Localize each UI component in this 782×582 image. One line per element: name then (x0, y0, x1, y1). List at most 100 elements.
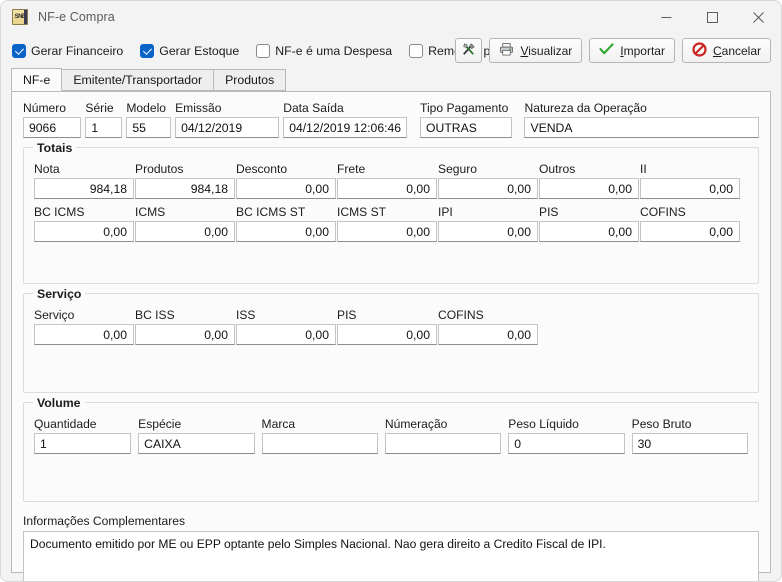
marca-input[interactable] (261, 433, 378, 454)
nota-input[interactable]: 984,18 (34, 178, 134, 199)
totais-row-2: BC ICMS 0,00 ICMS 0,00 BC ICMS ST 0,00 I… (34, 205, 748, 242)
tab-nfe[interactable]: NF-e (11, 68, 63, 91)
field-especie: Espécie CAIXA (138, 417, 255, 454)
field-marca-label: Marca (261, 417, 296, 431)
window-title: NF-e Compra (38, 10, 115, 24)
volume-group-title: Volume (33, 396, 85, 410)
seguro-input[interactable]: 0,00 (438, 178, 538, 199)
cancelar-button[interactable]: Cancelar (681, 38, 771, 63)
field-bc-icms-st-label: BC ICMS ST (236, 205, 306, 219)
volume-row: Quantidade 1 Espécie CAIXA Marca Númeraç… (34, 417, 749, 454)
cancelar-button-label: Cancelar (712, 43, 761, 58)
icms-st-input[interactable]: 0,00 (337, 221, 437, 242)
field-numeracao-label: Númeração (384, 417, 448, 431)
nfe-tab-page: Número 9066 Série 1 Modelo 55 Emissão 04… (11, 92, 771, 581)
tab-nfe-label: NF-e (23, 72, 51, 87)
field-iss: ISS 0,00 (236, 308, 336, 345)
volume-group: Volume Quantidade 1 Espécie CAIXA Marca … (23, 396, 759, 502)
field-cofins-servico-label: COFINS (438, 308, 484, 322)
title-bar: SNE NF-e Compra (1, 1, 781, 34)
servico-row: Serviço 0,00 BC ISS 0,00 ISS 0,00 PIS 0,… (34, 308, 748, 345)
emissao-input[interactable]: 04/12/2019 (175, 117, 280, 138)
minimize-button[interactable] (643, 1, 689, 33)
especie-input[interactable]: CAIXA (138, 433, 255, 454)
ipi-input[interactable]: 0,00 (438, 221, 538, 242)
checkbox-nfe-despesa-box[interactable] (256, 44, 271, 58)
cofins-servico-input[interactable]: 0,00 (438, 324, 538, 345)
bc-icms-st-input[interactable]: 0,00 (236, 221, 336, 242)
checkbox-gerar-estoque[interactable]: Gerar Estoque (140, 44, 239, 58)
field-desconto-label: Desconto (236, 162, 288, 176)
pis-servico-input[interactable]: 0,00 (337, 324, 437, 345)
field-servico-label: Serviço (34, 308, 75, 322)
frete-input[interactable]: 0,00 (337, 178, 437, 199)
iss-input[interactable]: 0,00 (236, 324, 336, 345)
field-icms-st-label: ICMS ST (337, 205, 387, 219)
field-pis-servico: PIS 0,00 (337, 308, 437, 345)
field-natureza-operacao: Natureza da Operação VENDA (524, 101, 759, 138)
tab-emitente-transportador[interactable]: Emitente/Transportador (61, 69, 215, 91)
checkbox-gerar-financeiro[interactable]: Gerar Financeiro (12, 44, 123, 58)
field-especie-label: Espécie (138, 417, 182, 431)
field-natureza-operacao-label: Natureza da Operação (524, 101, 647, 115)
icms-input[interactable]: 0,00 (135, 221, 235, 242)
field-numero: Número 9066 (23, 101, 82, 138)
field-pis-servico-label: PIS (337, 308, 357, 322)
field-serie-label: Série (85, 101, 114, 115)
servico-input[interactable]: 0,00 (34, 324, 134, 345)
tipo-pagamento-input[interactable]: OUTRAS (420, 117, 513, 138)
field-quantidade-label: Quantidade (34, 417, 97, 431)
field-peso-liquido-label: Peso Líquido (508, 417, 579, 431)
field-ipi-label: IPI (438, 205, 453, 219)
bc-icms-input[interactable]: 0,00 (34, 221, 134, 242)
field-serie: Série 1 (85, 101, 123, 138)
checkbox-nfe-despesa[interactable]: NF-e é uma Despesa (256, 44, 392, 58)
peso-bruto-input[interactable]: 30 (631, 433, 749, 454)
serie-input[interactable]: 1 (85, 117, 123, 138)
numeracao-input[interactable] (384, 433, 502, 454)
field-bc-icms: BC ICMS 0,00 (34, 205, 134, 242)
options-bar: Gerar Financeiro Gerar Estoque NF-e é um… (1, 34, 781, 68)
cofins-totais-input[interactable]: 0,00 (640, 221, 740, 242)
maximize-button[interactable] (689, 1, 735, 33)
checkbox-nfe-despesa-label: NF-e é uma Despesa (275, 44, 393, 58)
produtos-input[interactable]: 984,18 (135, 178, 235, 199)
tools-button[interactable] (455, 38, 483, 63)
pis-totais-input[interactable]: 0,00 (539, 221, 639, 242)
informacoes-complementares-textarea[interactable]: Documento emitido por ME ou EPP optante … (23, 531, 759, 581)
bc-iss-input[interactable]: 0,00 (135, 324, 235, 345)
header-fields-row: Número 9066 Série 1 Modelo 55 Emissão 04… (23, 101, 759, 138)
checkbox-gerar-financeiro-box[interactable] (12, 44, 26, 58)
action-buttons: Visualizar Importar Cancelar (455, 38, 771, 63)
field-frete: Frete 0,00 (337, 162, 437, 199)
data-saida-input[interactable]: 04/12/2019 12:06:46 (283, 117, 408, 138)
checkbox-remessa-conserto-box[interactable] (409, 44, 424, 58)
numero-input[interactable]: 9066 (23, 117, 82, 138)
tab-strip: NF-e Emitente/Transportador Produtos (11, 68, 771, 92)
checkbox-gerar-financeiro-label: Gerar Financeiro (31, 44, 124, 58)
field-icms: ICMS 0,00 (135, 205, 235, 242)
visualizar-button[interactable]: Visualizar (489, 38, 583, 63)
natureza-operacao-input[interactable]: VENDA (524, 117, 759, 138)
field-cofins-servico: COFINS 0,00 (438, 308, 538, 345)
field-peso-bruto: Peso Bruto 30 (631, 417, 749, 454)
totais-group-title: Totais (33, 141, 77, 155)
totais-row-1: Nota 984,18 Produtos 984,18 Desconto 0,0… (34, 162, 748, 199)
checkbox-gerar-estoque-box[interactable] (140, 44, 155, 58)
tab-produtos[interactable]: Produtos (213, 69, 287, 91)
outros-input[interactable]: 0,00 (539, 178, 639, 199)
nfe-compra-window: SNE NF-e Compra Gerar Financeiro Gerar E… (0, 0, 782, 582)
importar-button[interactable]: Importar (589, 38, 675, 63)
field-seguro-label: Seguro (438, 162, 477, 176)
modelo-input[interactable]: 55 (126, 117, 172, 138)
field-emissao-label: Emissão (175, 101, 222, 115)
field-pis-totais: PIS 0,00 (539, 205, 639, 242)
desconto-input[interactable]: 0,00 (236, 178, 336, 199)
close-button[interactable] (735, 1, 781, 33)
ii-input[interactable]: 0,00 (640, 178, 740, 199)
quantidade-input[interactable]: 1 (34, 433, 132, 454)
peso-liquido-input[interactable]: 0 (508, 433, 625, 454)
field-cofins-totais: COFINS 0,00 (640, 205, 740, 242)
field-data-saida-label: Data Saída (283, 101, 344, 115)
field-icms-st: ICMS ST 0,00 (337, 205, 437, 242)
